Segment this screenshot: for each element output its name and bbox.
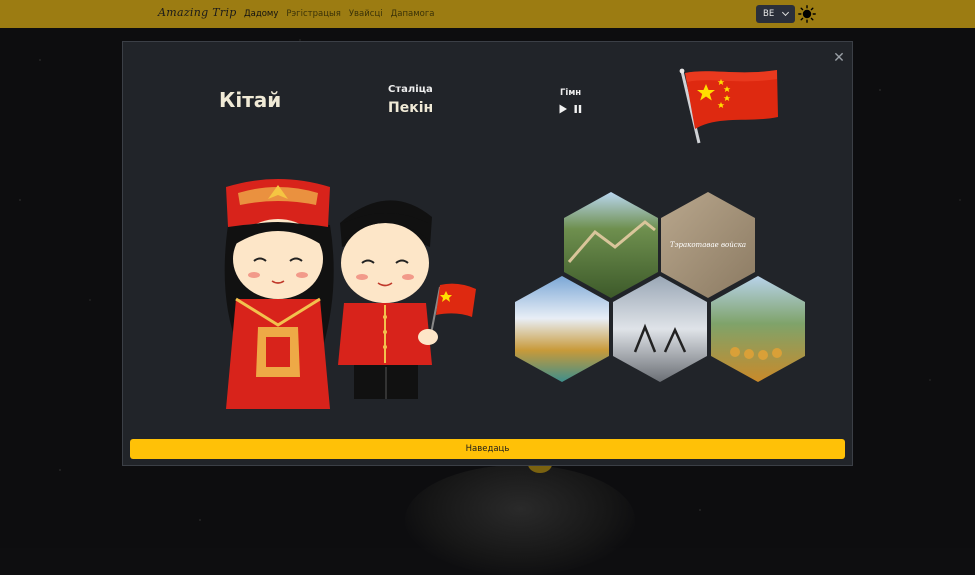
chinese-children-illustration [224,179,476,409]
visit-button[interactable]: Наведаць [130,439,845,459]
china-flag-icon [679,68,778,144]
nav-links: Дадому Рэгістрацыя Увайсці Дапамога [244,9,435,19]
capital-label: Сталіца [388,84,433,95]
chevron-down-icon [781,8,790,17]
nav-link-home[interactable]: Дадому [244,9,278,19]
globe-background [405,465,635,575]
language-select[interactable]: BE [756,5,795,23]
hex-mountains [515,276,609,382]
play-icon[interactable] [558,104,568,114]
brand-logo[interactable]: Amazing Trip [158,6,237,19]
landmarks-hex-gallery: Тэракотавае войска [515,192,805,382]
hex-buddha-statues [711,276,805,382]
sun-icon[interactable] [798,5,816,23]
nav-link-login[interactable]: Увайсці [349,9,383,19]
country-title: Кітай [219,88,282,112]
language-value: BE [763,9,775,19]
terracotta-caption: Тэракотавае войска [670,241,746,249]
hex-museum [613,276,707,382]
country-modal: ✕ Кітай Сталіца Пекін Гімн Тэракотавае в… [122,41,853,466]
anthem-label: Гімн [560,88,582,98]
close-icon[interactable]: ✕ [831,50,847,66]
navbar: Amazing Trip Дадому Рэгістрацыя Увайсці … [0,0,975,28]
nav-link-register[interactable]: Рэгістрацыя [286,9,340,19]
capital-value: Пекін [388,100,434,116]
pause-icon[interactable] [573,104,583,114]
nav-link-help[interactable]: Дапамога [391,9,435,19]
